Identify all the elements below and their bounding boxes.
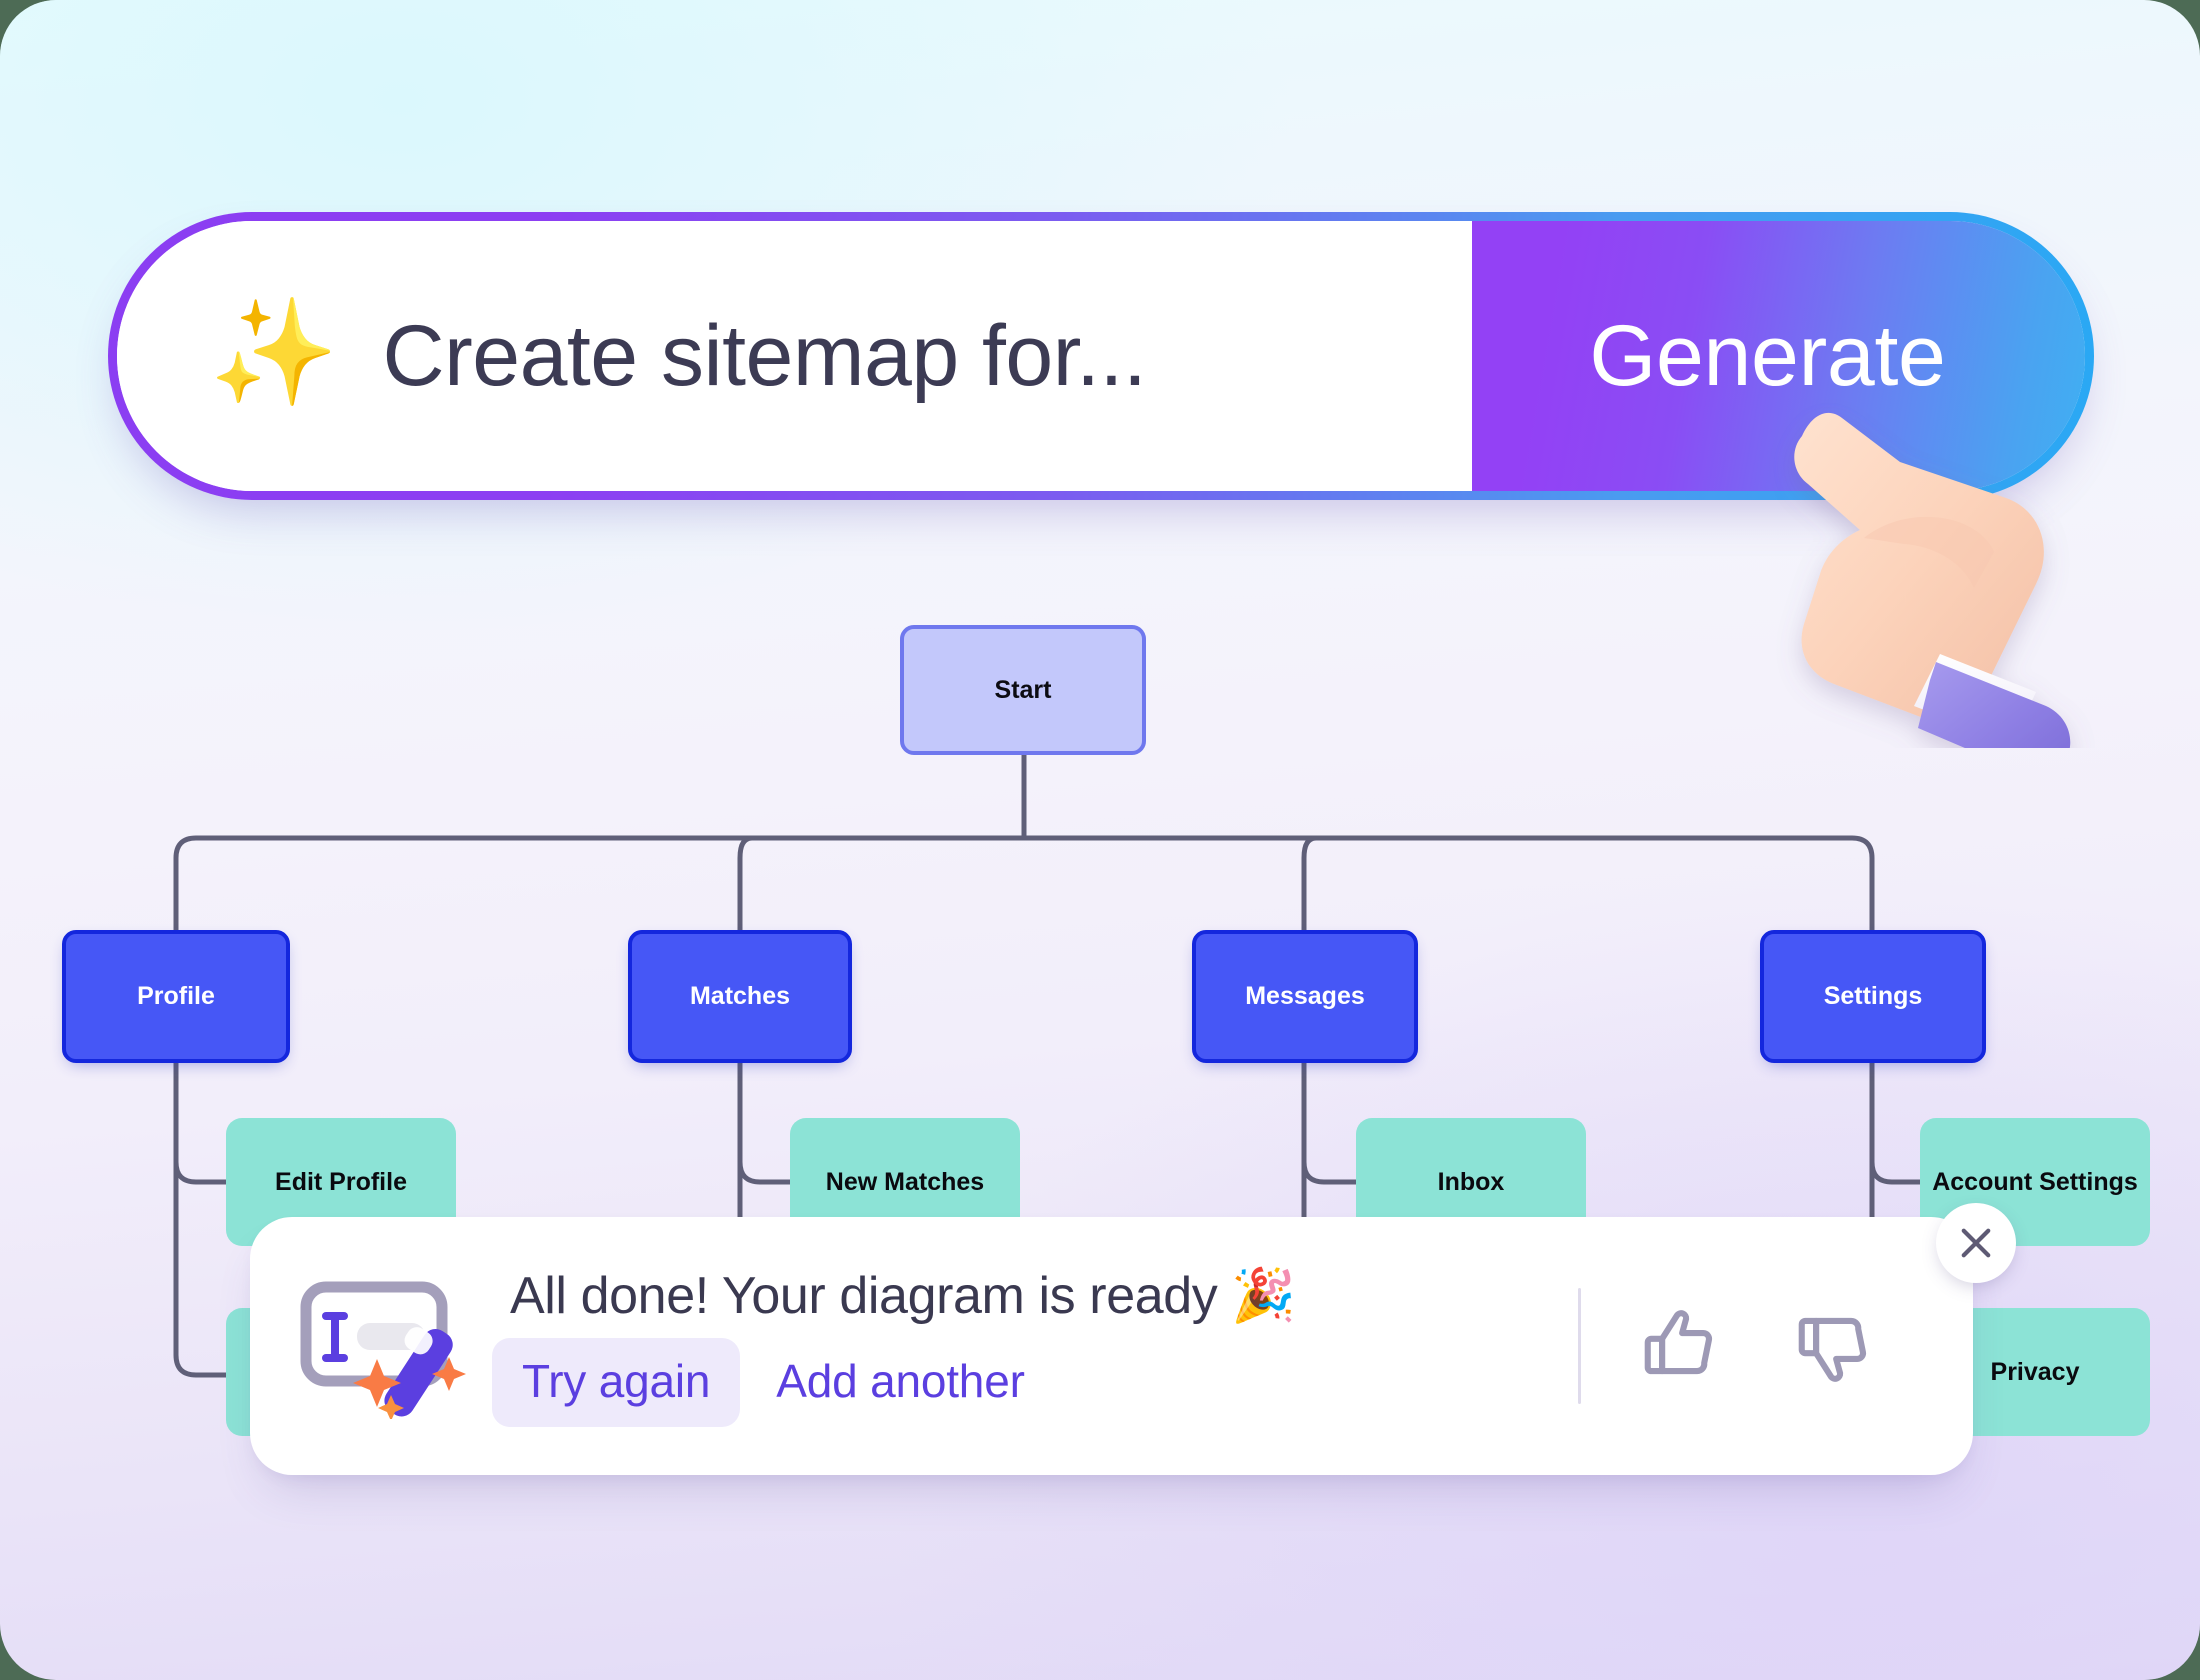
try-again-button[interactable]: Try again: [492, 1338, 741, 1427]
magic-wand-textbox-icon: [294, 1271, 484, 1421]
completion-toast: All done! Your diagram is ready 🎉 Try ag…: [250, 1217, 1973, 1475]
thumbs-up-icon: [1644, 1310, 1713, 1375]
diagram-node-matches[interactable]: Matches: [628, 930, 852, 1063]
toast-actions: Try again Add another: [492, 1338, 1554, 1427]
prompt-inner: ✨ Create sitemap for... Generate: [117, 221, 2085, 491]
diagram-node-messages[interactable]: Messages: [1192, 930, 1418, 1063]
sparkles-icon: ✨: [209, 295, 339, 411]
generate-button-label: Generate: [1589, 307, 1946, 404]
generate-button[interactable]: Generate: [1472, 221, 2085, 491]
node-label: Messages: [1245, 982, 1365, 1010]
node-label: Start: [994, 675, 1052, 704]
prompt-bar: ✨ Create sitemap for... Generate: [108, 212, 2094, 500]
node-label: Inbox: [1437, 1167, 1505, 1196]
node-label: Matches: [689, 982, 791, 1010]
thumbs-down-icon: [1798, 1317, 1867, 1382]
node-label: Settings: [1823, 982, 1923, 1010]
toast-divider: [1578, 1288, 1581, 1404]
node-label: Profile: [137, 982, 215, 1010]
add-another-button[interactable]: Add another: [754, 1338, 1046, 1427]
close-toast-button[interactable]: [1936, 1203, 2016, 1283]
prompt-input-value: Create sitemap for...: [382, 307, 1147, 404]
diagram-node-start[interactable]: Start: [900, 625, 1146, 755]
node-label: New Matches: [825, 1167, 985, 1196]
node-label: Privacy: [1990, 1357, 2080, 1386]
node-label: Account Settings: [1932, 1167, 2138, 1196]
node-label: Edit Profile: [275, 1167, 407, 1196]
party-popper-icon: 🎉: [1231, 1267, 1296, 1325]
feedback-controls: [1629, 1295, 1925, 1397]
thumbs-down-button[interactable]: [1783, 1295, 1885, 1397]
close-icon: [1961, 1228, 1991, 1258]
toast-body: All done! Your diagram is ready 🎉 Try ag…: [484, 1265, 1554, 1427]
thumbs-up-button[interactable]: [1629, 1295, 1731, 1397]
toast-title-text: All done! Your diagram is ready: [510, 1266, 1218, 1325]
app-canvas: Start Profile Matches Messages Settings …: [0, 0, 2200, 1680]
diagram-node-profile[interactable]: Profile: [62, 930, 290, 1063]
prompt-input[interactable]: ✨ Create sitemap for...: [117, 221, 1472, 491]
toast-title: All done! Your diagram is ready 🎉: [510, 1265, 1554, 1326]
diagram-node-settings[interactable]: Settings: [1760, 930, 1986, 1063]
